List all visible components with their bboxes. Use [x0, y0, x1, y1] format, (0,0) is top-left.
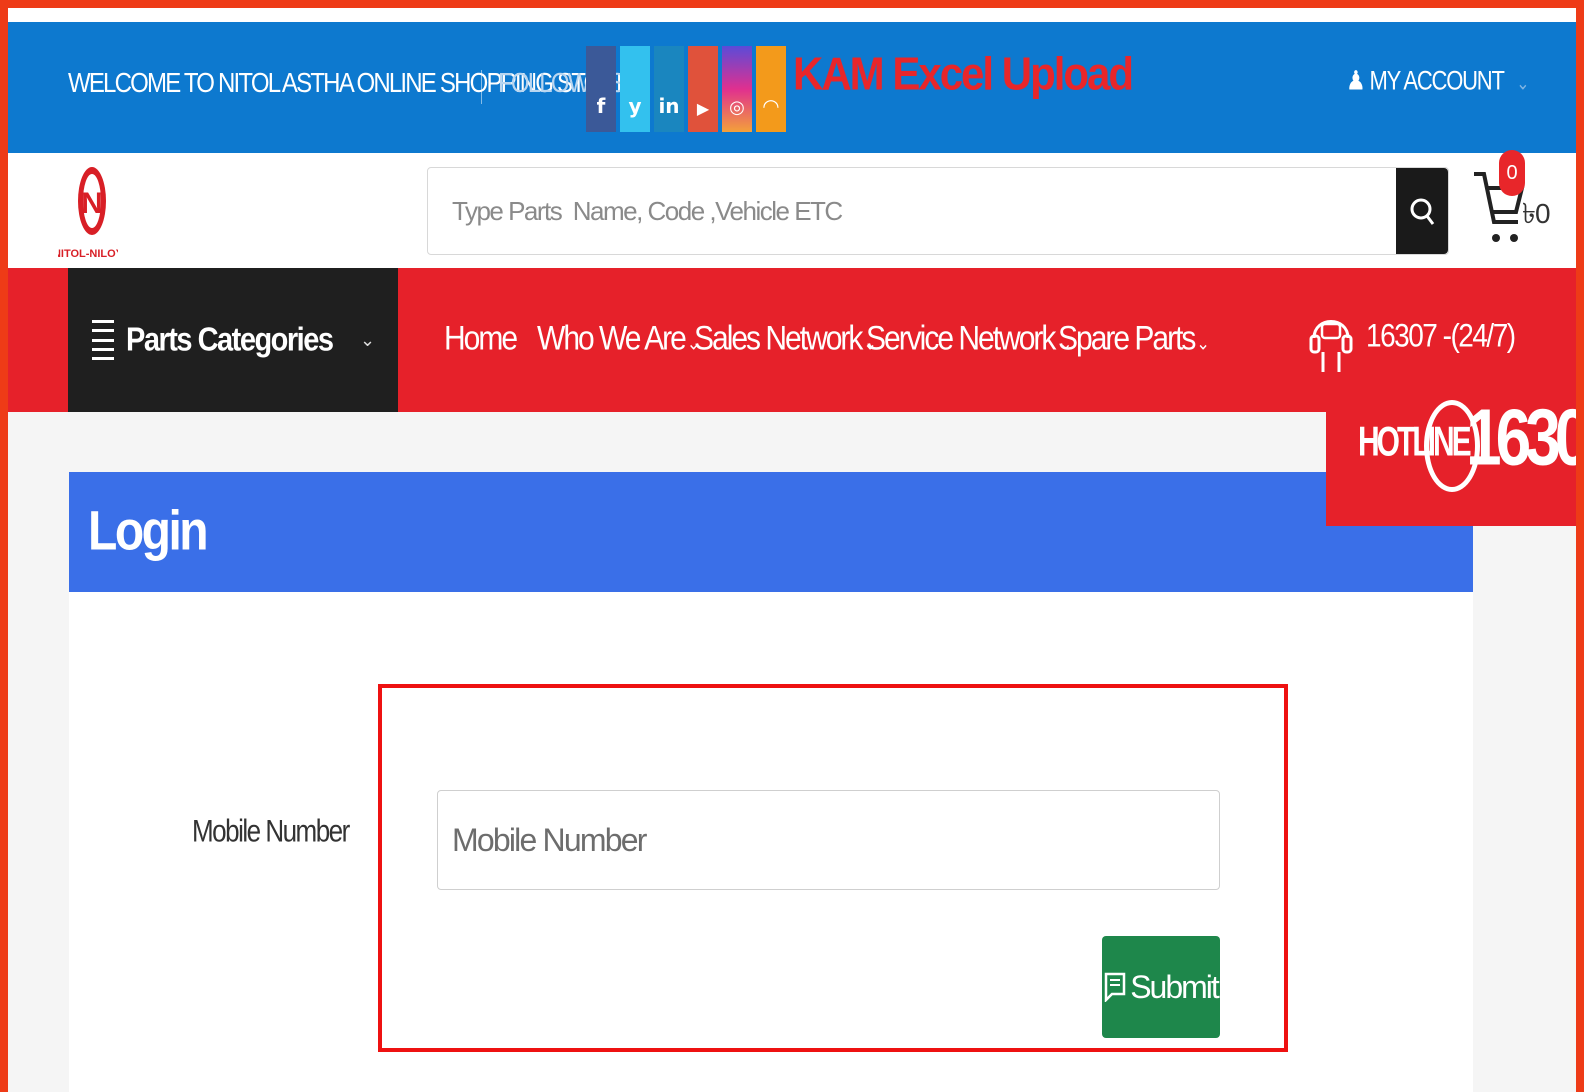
chevron-down-icon: ⌄ — [360, 330, 376, 350]
chevron-down-icon: ⌄ — [1516, 73, 1529, 95]
nitol-niloy-logo[interactable]: N NITOL-NILOY — [58, 155, 118, 265]
instagram-icon[interactable]: ◎ — [722, 46, 752, 132]
highlight-box — [378, 684, 1288, 1052]
mobile-number-label: Mobile Number — [192, 812, 350, 849]
cart-total: ৳0 — [1522, 198, 1551, 229]
search-bar — [427, 167, 1449, 255]
hotline-banner[interactable]: HOTLINE 16307 — [1326, 378, 1584, 526]
kam-excel-upload-link[interactable]: KAM Excel Upload — [793, 48, 1134, 101]
search-button[interactable] — [1396, 168, 1448, 254]
cart-count-badge: 0 — [1499, 150, 1525, 196]
nav-spare-parts[interactable]: Spare Parts ⌄ — [1058, 319, 1210, 358]
nav-who-we-are[interactable]: Who We Are ⌄ — [537, 319, 700, 358]
my-account-label: MY ACCOUNT — [1369, 65, 1504, 96]
hotline-banner-number: 16307 — [1466, 392, 1584, 482]
nav-home[interactable]: Home — [444, 319, 518, 358]
nav-sales-network[interactable]: Sales Network ⌄ — [694, 319, 877, 358]
svg-text:N: N — [81, 187, 103, 220]
top-bar: WELCOME TO NITOL ASTHA ONLINE SHOPPING S… — [8, 22, 1584, 153]
menu-list-icon — [92, 320, 114, 360]
nav-service-network[interactable]: Service Network ⌄ — [866, 319, 1072, 358]
youtube-icon[interactable]: ▶ — [688, 46, 718, 132]
headset-support-icon — [1309, 320, 1353, 372]
facebook-icon[interactable]: f — [586, 46, 616, 132]
hotline-number: 16307 -(24/7) — [1366, 317, 1516, 354]
page-title: Login — [88, 501, 209, 562]
svg-text:NITOL-NILOY: NITOL-NILOY — [58, 248, 118, 260]
linkedin-icon[interactable]: in — [654, 46, 684, 132]
parts-categories-menu[interactable]: Parts Categories ⌄ — [68, 268, 398, 412]
search-icon — [1410, 198, 1435, 225]
twitter-icon[interactable]: y — [620, 46, 650, 132]
chevron-down-icon: ⌄ — [1196, 334, 1209, 354]
login-card-header — [69, 472, 1473, 592]
rss-icon[interactable]: ◠ — [756, 46, 786, 132]
my-account-menu[interactable]: ♟ MY ACCOUNT ⌄ — [1346, 65, 1530, 96]
top-bar-divider — [481, 70, 482, 104]
search-input[interactable] — [428, 168, 1398, 254]
user-icon: ♟ — [1346, 65, 1366, 96]
parts-categories-label: Parts Categories — [126, 321, 334, 359]
